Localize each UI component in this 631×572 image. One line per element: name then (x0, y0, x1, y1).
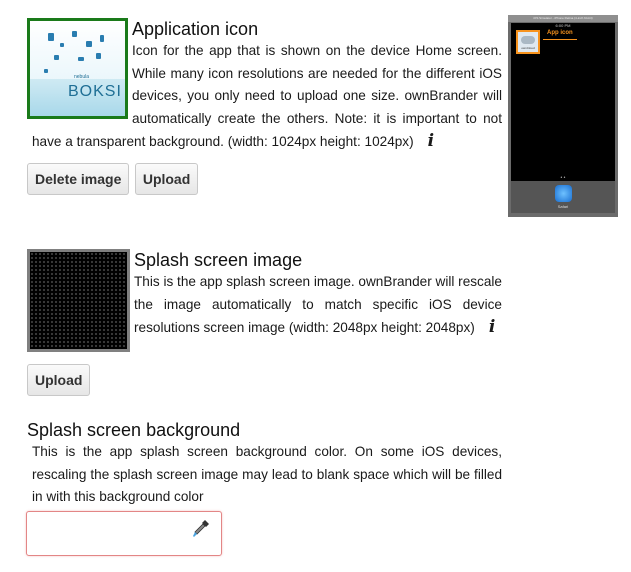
app-icon-thumbnail: nebula BOKSI (27, 18, 128, 119)
cloud-icon (521, 36, 535, 44)
thumb-decoration (78, 57, 84, 61)
thumb-decoration (96, 53, 101, 59)
splash-background-section: Splash screen background This is the app… (27, 419, 502, 509)
preview-app-label: App icon (547, 30, 573, 36)
splash-image-section: Splash screen image This is the app spla… (27, 249, 502, 396)
thumb-decoration (54, 55, 59, 60)
background-color-input[interactable] (26, 511, 222, 556)
splash-image-thumbnail (27, 249, 130, 352)
thumb-decoration (60, 43, 64, 47)
description-text: This is the app splash screen image. own… (134, 274, 502, 335)
ios-simulator-preview: iOS Simulator - iPhone Retina (4-inch 64… (508, 15, 618, 217)
delete-image-button[interactable]: Delete image (27, 162, 130, 195)
safari-icon (555, 185, 572, 202)
eyedropper-icon[interactable] (192, 519, 210, 543)
arrow-icon (543, 39, 577, 40)
thumbnail-brand-text: BOKSI (68, 83, 122, 100)
dock: Safari (511, 181, 615, 213)
info-icon[interactable]: i (428, 131, 434, 151)
simulator-titlebar: iOS Simulator - iPhone Retina (4-inch 64… (508, 15, 618, 22)
thumbnail-small-text: nebula (74, 74, 90, 80)
thumb-decoration (86, 41, 92, 47)
thumb-decoration (100, 35, 104, 42)
simulator-screen: 6:00 PM ownCloud App icon • • Safari (511, 23, 615, 213)
upload-button[interactable]: Upload (134, 162, 199, 195)
section-title: Splash screen background (27, 420, 241, 440)
thumb-decoration (48, 33, 54, 41)
preview-icon-caption: ownCloud (521, 46, 535, 50)
upload-button[interactable]: Upload (27, 364, 91, 396)
dock-app-label: Safari (557, 204, 569, 209)
preview-app-icon: ownCloud (516, 30, 540, 54)
thumb-decoration (44, 69, 48, 73)
status-bar-time: 6:00 PM (555, 23, 571, 28)
section-description: This is the app splash screen background… (32, 444, 502, 504)
application-icon-section: nebula BOKSI Application icon Icon for t… (27, 18, 502, 195)
thumb-decoration (72, 31, 77, 37)
info-icon[interactable]: i (489, 317, 495, 337)
